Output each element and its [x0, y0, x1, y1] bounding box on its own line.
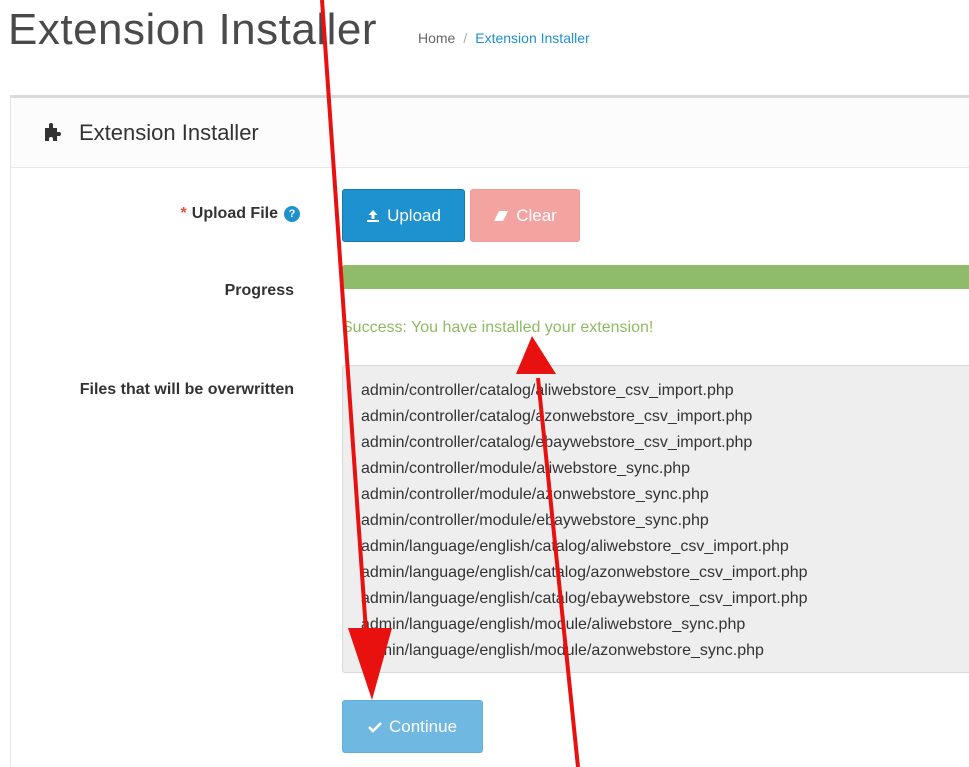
clear-button[interactable]: Clear [470, 189, 580, 242]
clear-button-label: Clear [516, 205, 557, 225]
files-list: admin/controller/catalog/aliwebstore_csv… [361, 378, 963, 664]
upload-file-label: * Upload File? [100, 205, 300, 223]
panel-heading: Extension Installer [11, 98, 969, 168]
files-overwritten-label: Files that will be overwritten [79, 381, 294, 398]
file-path-item: admin/controller/catalog/ebaywebstore_cs… [361, 434, 753, 451]
continue-button-label: Continue [388, 716, 458, 736]
puzzle-icon [41, 122, 63, 144]
upload-button-label: Upload [387, 205, 441, 225]
upload-file-label-text: Upload File [191, 205, 278, 222]
upload-icon [367, 209, 380, 222]
eraser-icon [494, 210, 509, 221]
files-list-box[interactable]: admin/controller/catalog/aliwebstore_csv… [342, 365, 969, 673]
breadcrumb-current-link[interactable]: Extension Installer [475, 30, 589, 46]
breadcrumb-home-link[interactable]: Home [418, 30, 455, 46]
file-path-item: admin/language/english/module/azonwebsto… [361, 642, 764, 659]
progress-bar-fill [342, 265, 969, 289]
progress-bar-track [342, 265, 969, 289]
file-path-item: admin/controller/catalog/azonwebstore_cs… [361, 408, 753, 425]
file-path-item: admin/controller/catalog/aliwebstore_csv… [361, 382, 734, 399]
breadcrumb-separator: / [463, 30, 468, 46]
file-path-item: admin/language/english/catalog/azonwebst… [361, 564, 808, 581]
upload-button[interactable]: Upload [342, 189, 465, 242]
breadcrumb: Home / Extension Installer [418, 30, 590, 46]
file-path-item: admin/controller/module/aliwebstore_sync… [361, 460, 691, 477]
file-path-item: admin/controller/module/azonwebstore_syn… [361, 486, 709, 503]
success-message: Success: You have installed your extensi… [342, 319, 654, 336]
file-path-item: admin/controller/module/ebaywebstore_syn… [361, 512, 709, 529]
file-path-item: admin/language/english/module/aliwebstor… [361, 616, 746, 633]
file-path-item: admin/language/english/catalog/ebaywebst… [361, 590, 808, 607]
check-icon [368, 721, 382, 733]
help-icon[interactable]: ? [284, 206, 300, 222]
file-path-item: admin/language/english/catalog/aliwebsto… [361, 538, 789, 555]
panel-title: Extension Installer [79, 119, 259, 145]
page: Extension Installer Home / Extension Ins… [0, 0, 969, 767]
required-marker: * [180, 205, 187, 222]
continue-button[interactable]: Continue [342, 700, 483, 753]
page-title: Extension Installer [8, 5, 378, 54]
progress-label: Progress [224, 282, 294, 299]
